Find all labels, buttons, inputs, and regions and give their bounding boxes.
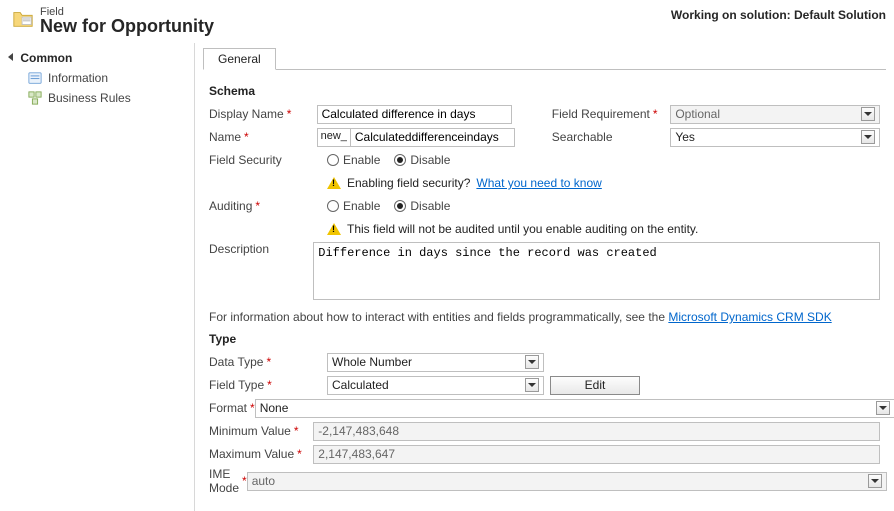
sidebar-group-common[interactable]: Common	[0, 49, 194, 68]
information-icon	[28, 71, 42, 85]
page-title: New for Opportunity	[40, 16, 214, 37]
field-security-warning-text: Enabling field security?	[347, 176, 470, 190]
label-auditing: Auditing*	[209, 199, 327, 213]
label-description: Description	[209, 242, 313, 256]
sidebar-item-business-rules[interactable]: Business Rules	[0, 88, 194, 108]
section-type-title: Type	[209, 332, 880, 346]
label-min-value: Minimum Value*	[209, 424, 313, 438]
business-rules-icon	[28, 91, 42, 105]
chevron-down-icon	[876, 401, 890, 415]
edit-button[interactable]: Edit	[550, 376, 640, 395]
sidebar-item-information[interactable]: Information	[0, 68, 194, 88]
description-textarea[interactable]	[313, 242, 880, 300]
label-format: Format*	[209, 401, 255, 415]
label-ime-mode: IME Mode*	[209, 467, 247, 495]
chevron-down-icon	[525, 355, 539, 369]
chevron-down-icon	[868, 474, 882, 488]
data-type-select[interactable]: Whole Number	[327, 353, 544, 372]
label-max-value: Maximum Value*	[209, 447, 313, 461]
solution-context: Working on solution: Default Solution	[671, 6, 886, 22]
format-select[interactable]: None	[255, 399, 894, 418]
label-field-requirement: Field Requirement*	[552, 107, 671, 121]
radio-checked-icon	[394, 200, 406, 212]
auditing-warning-text: This field will not be audited until you…	[347, 222, 698, 236]
sidebar-item-label: Business Rules	[48, 91, 131, 105]
radio-icon	[327, 200, 339, 212]
field-folder-icon	[12, 8, 34, 30]
sidebar: Common Information Business Rules	[0, 43, 195, 511]
label-field-type: Field Type*	[209, 378, 327, 392]
chevron-down-icon	[861, 130, 875, 144]
collapse-arrow-icon	[8, 53, 13, 61]
tab-general[interactable]: General	[203, 48, 276, 70]
label-searchable: Searchable	[552, 130, 671, 144]
auditing-enable-radio[interactable]: Enable	[327, 199, 380, 213]
sdk-info-text: For information about how to interact wi…	[209, 310, 668, 324]
label-data-type: Data Type*	[209, 355, 327, 369]
name-input[interactable]	[351, 128, 515, 147]
max-value-input[interactable]	[313, 445, 880, 464]
field-security-info-link[interactable]: What you need to know	[476, 176, 601, 190]
name-prefix: new_	[317, 128, 351, 147]
label-name: Name*	[209, 130, 317, 144]
auditing-disable-radio[interactable]: Disable	[394, 199, 450, 213]
field-requirement-select[interactable]: Optional	[670, 105, 880, 124]
chevron-down-icon	[861, 107, 875, 121]
sidebar-item-label: Information	[48, 71, 108, 85]
chevron-down-icon	[525, 378, 539, 392]
radio-icon	[327, 154, 339, 166]
display-name-input[interactable]	[317, 105, 512, 124]
field-type-select[interactable]: Calculated	[327, 376, 544, 395]
field-security-disable-radio[interactable]: Disable	[394, 153, 450, 167]
label-field-security: Field Security	[209, 153, 327, 167]
field-security-enable-radio[interactable]: Enable	[327, 153, 380, 167]
warning-icon	[327, 177, 341, 189]
ime-mode-select[interactable]: auto	[247, 472, 887, 491]
warning-icon	[327, 223, 341, 235]
radio-checked-icon	[394, 154, 406, 166]
searchable-select[interactable]: Yes	[670, 128, 880, 147]
min-value-input[interactable]	[313, 422, 880, 441]
section-schema-title: Schema	[209, 84, 880, 98]
crm-sdk-link[interactable]: Microsoft Dynamics CRM SDK	[668, 310, 831, 324]
label-display-name: Display Name*	[209, 107, 317, 121]
